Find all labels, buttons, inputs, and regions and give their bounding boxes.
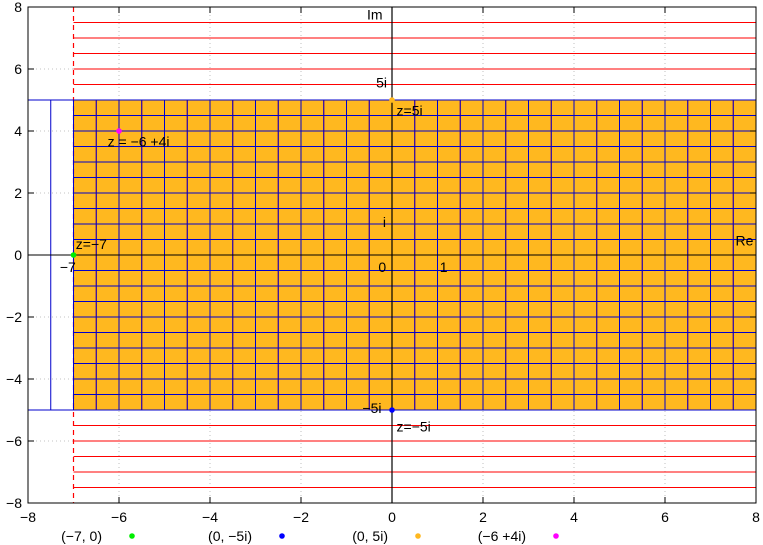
data-point [389, 407, 395, 413]
annotation-label: −5i [362, 400, 381, 416]
annotation-label: 0 [378, 259, 386, 275]
y-tick-label: −4 [6, 371, 22, 387]
legend-marker [129, 533, 135, 539]
y-tick-label: 2 [14, 185, 22, 201]
data-point [116, 128, 122, 134]
y-tick-label: −2 [6, 309, 22, 325]
x-tick-label: −2 [293, 509, 309, 525]
legend-marker [415, 533, 421, 539]
x-tick-label: 4 [570, 509, 578, 525]
x-tick-label: 8 [752, 509, 760, 525]
y-tick-label: 4 [14, 123, 22, 139]
annotation-label: i [383, 214, 386, 230]
data-point [389, 97, 395, 103]
annotation-label: z=−5i [397, 419, 431, 435]
complex-plane-chart: −8 −6 −4 −2 0 2 4 6 8 −8 −6 −4 −2 0 2 4 6 8 Im Re 5i z=5i z =… [6, 0, 760, 544]
data-point [70, 252, 77, 258]
y-tick-label: 0 [14, 247, 22, 263]
annotation-label: Im [367, 6, 383, 22]
legend-marker [279, 533, 285, 539]
annotation-label: z = −6 +4i [108, 134, 170, 150]
y-tick-label: −6 [6, 433, 22, 449]
x-tick-label: −4 [202, 509, 218, 525]
legend-layer: (−7, 0) (0, −5i) (0, 5i) (−6 +4i) [61, 528, 559, 544]
y-tick-label: 8 [14, 0, 22, 15]
legend-label: (−6 +4i) [478, 528, 526, 544]
annotation-label: 1 [440, 259, 448, 275]
y-tick-label: −8 [6, 495, 22, 511]
y-tick-label: 6 [14, 61, 22, 77]
legend-marker [553, 533, 559, 539]
x-tick-label: 6 [661, 509, 669, 525]
x-tick-label: −8 [20, 509, 36, 525]
x-tick-label: 0 [388, 509, 396, 525]
x-tick-label: 2 [479, 509, 487, 525]
annotation-label: z=−7 [76, 236, 107, 252]
annotation-label: Re [736, 233, 754, 249]
legend-label: (0, −5i) [208, 528, 252, 544]
annotation-label: −7 [60, 259, 76, 275]
annotation-label: 5i [376, 75, 387, 91]
legend-label: (−7, 0) [61, 528, 102, 544]
axes-layer [28, 7, 756, 503]
x-tick-label: −6 [111, 509, 127, 525]
legend-label: (0, 5i) [352, 528, 388, 544]
annotation-label: z=5i [397, 103, 423, 119]
